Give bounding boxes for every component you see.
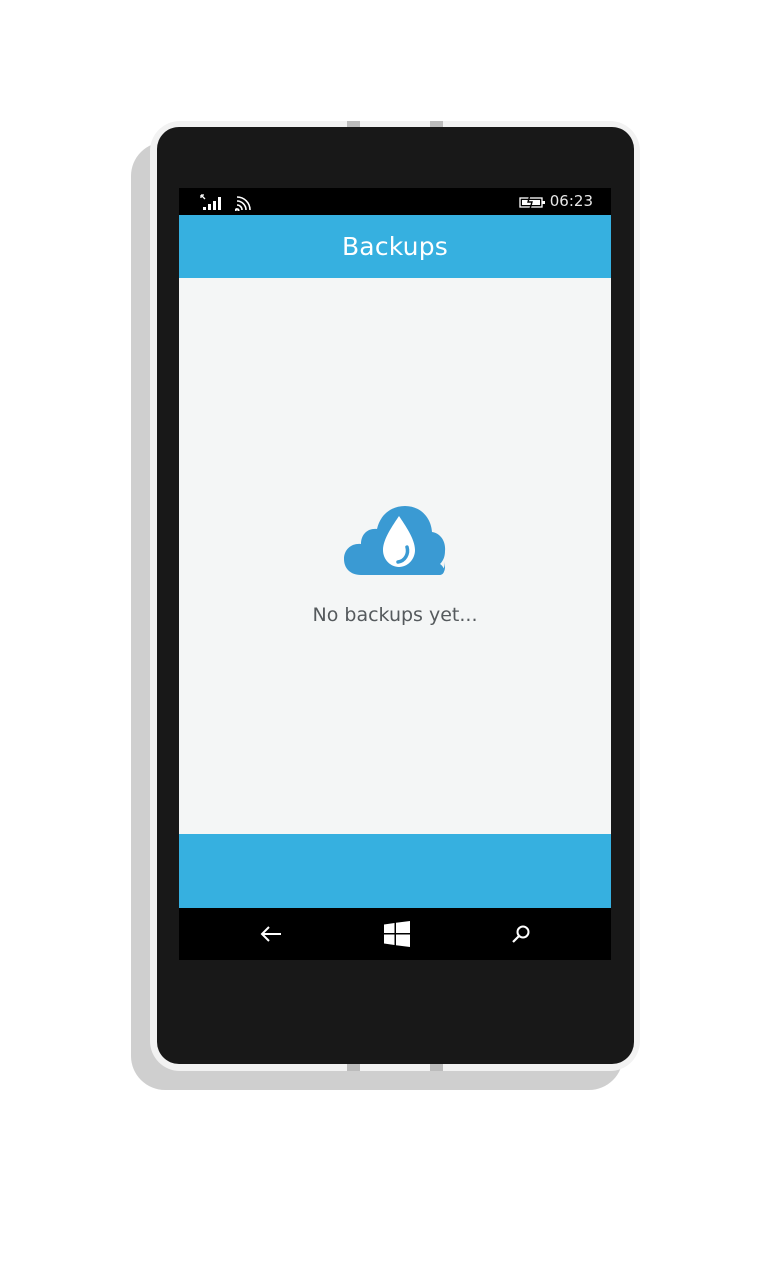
status-time: 06:23: [549, 192, 593, 210]
signal-icon: [200, 194, 221, 210]
device-button-bottom-right: [430, 1064, 443, 1071]
back-arrow-icon: [260, 926, 281, 942]
status-bar: 06:23: [179, 188, 611, 215]
empty-state-message: No backups yet...: [312, 604, 478, 626]
search-icon: [512, 925, 530, 943]
header: Backups: [179, 215, 611, 278]
device-mockup: 06:23 Backups No backups yet...: [0, 0, 768, 1280]
cloud-drop-icon: [344, 506, 446, 575]
windows-start-icon: [384, 921, 410, 947]
app-bar: [179, 834, 611, 908]
page-title: Backups: [341, 232, 449, 261]
phone-screen: 06:23 Backups No backups yet...: [179, 188, 611, 960]
device-button-bottom-left: [347, 1064, 360, 1071]
search-button[interactable]: [491, 908, 551, 960]
navigation-bar: [179, 908, 611, 960]
battery-charging-icon: [519, 194, 545, 210]
start-button[interactable]: [367, 908, 427, 960]
backups-list-area: No backups yet...: [179, 278, 611, 834]
wifi-icon: [235, 196, 251, 211]
back-button[interactable]: [241, 908, 301, 960]
